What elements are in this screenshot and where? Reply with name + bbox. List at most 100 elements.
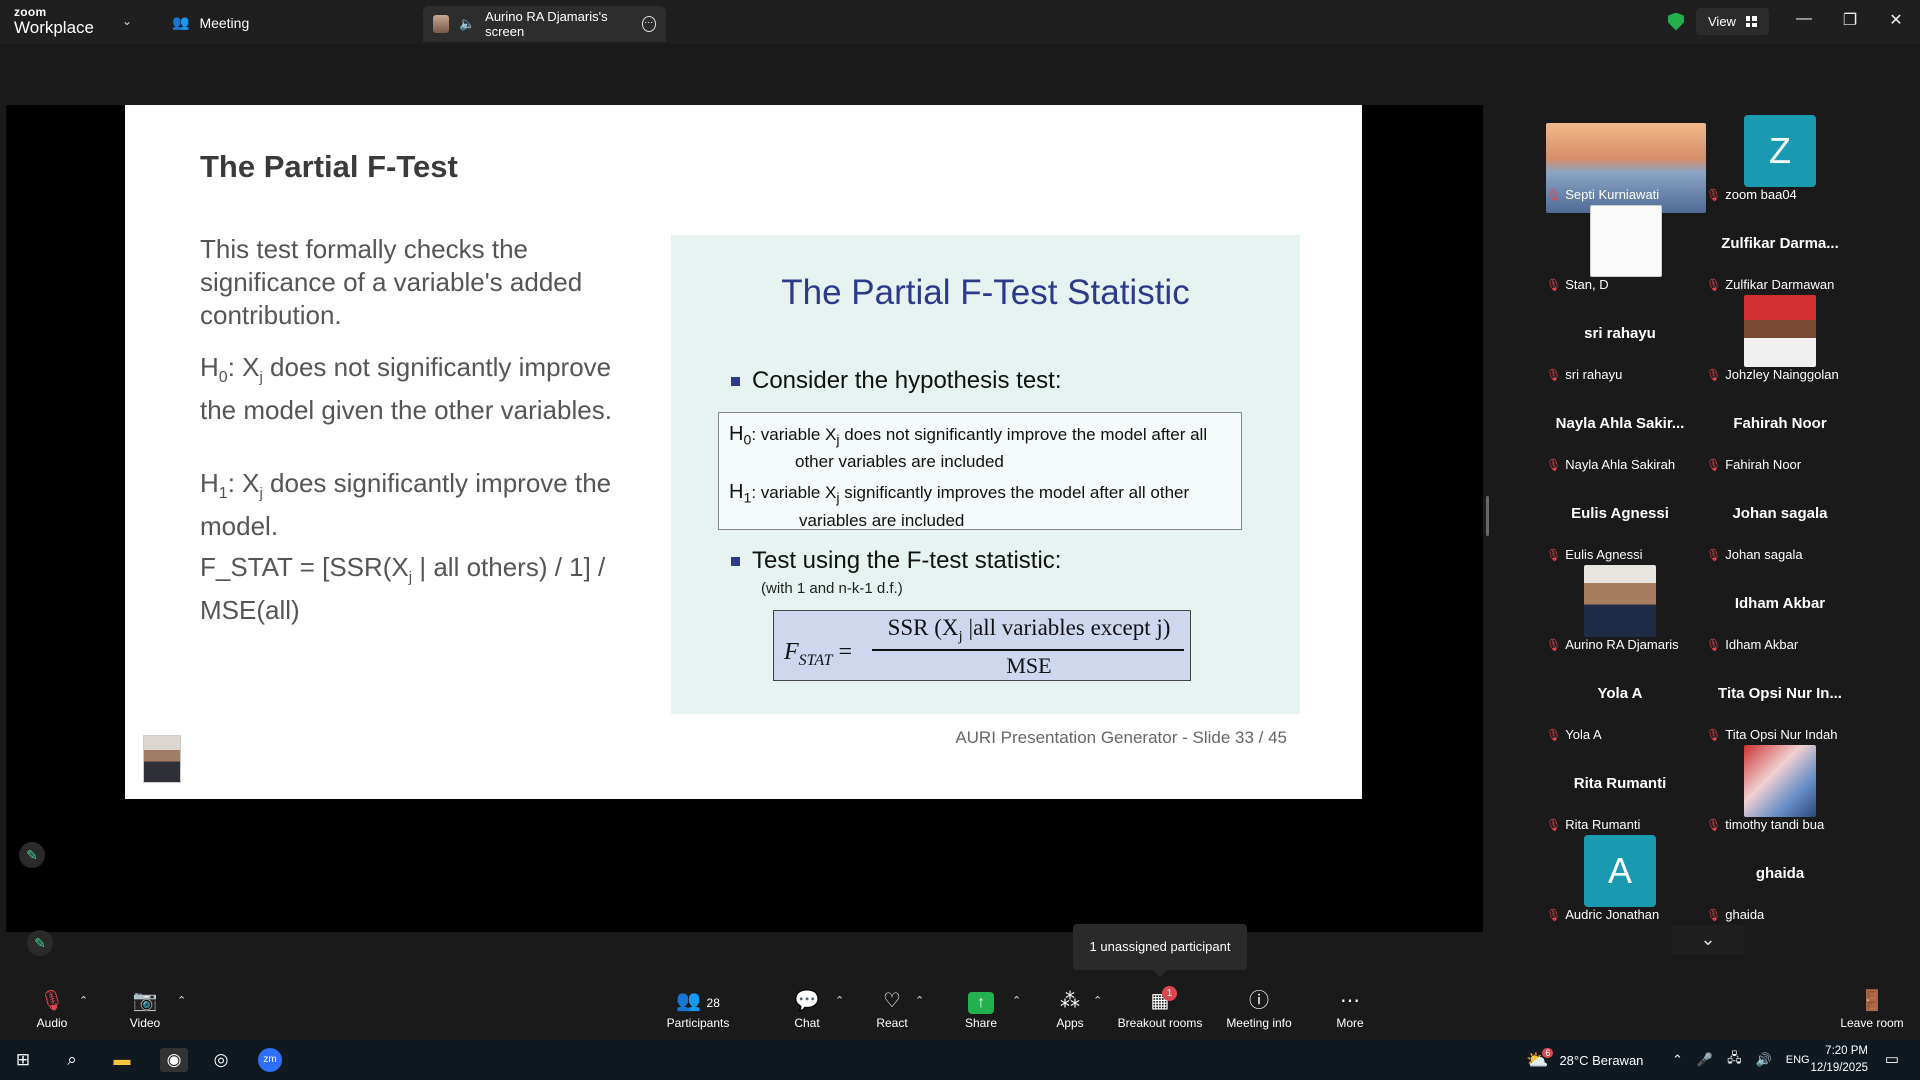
chevron-down-icon[interactable]: ⌄ — [1672, 925, 1744, 955]
chat-label: Chat — [794, 1016, 820, 1030]
annotate-pen-icon-2[interactable]: ✎ — [27, 930, 53, 956]
meeting-toolbar: 🎙 Audio ⌃ 📷 Video ⌃ 👥 28 Participants 💬 … — [0, 980, 1920, 1040]
annotate-pen-icon[interactable]: ✎ — [19, 842, 45, 868]
participant-tile[interactable]: Eulis Agnessi 🎙 Eulis Agnessi — [1540, 475, 1700, 565]
mic-muted-icon: 🎙 — [1546, 907, 1562, 922]
participant-tile[interactable]: Fahirah Noor 🎙 Fahirah Noor — [1700, 385, 1860, 475]
apps-options-caret[interactable]: ⌃ — [1093, 994, 1102, 1007]
view-button[interactable]: View — [1696, 8, 1769, 35]
maximize-button[interactable]: ❐ — [1840, 10, 1860, 30]
minimize-button[interactable]: — — [1794, 10, 1814, 28]
leave-room-button[interactable]: 🚪 Leave room — [1840, 988, 1904, 1030]
search-icon[interactable]: ⌕ — [60, 1048, 84, 1072]
shared-screen-tab[interactable]: 🔈 Aurino RA Djamaris's screen ··· — [423, 6, 666, 42]
participant-video-thumbnail — [1744, 745, 1816, 817]
participant-tile[interactable]: 🎙 Septi Kurniawati — [1540, 115, 1706, 213]
share-options-caret[interactable]: ⌃ — [1012, 994, 1021, 1007]
more-label: More — [1336, 1016, 1364, 1030]
info-icon: ⓘ — [1249, 990, 1269, 1012]
breakout-rooms-button[interactable]: ▦ 1 Breakout rooms — [1117, 986, 1203, 1030]
microphone-icon[interactable]: 🎤 — [1697, 1052, 1713, 1068]
shared-screen-tab-label: Aurino RA Djamaris's screen — [485, 9, 608, 39]
file-explorer-icon[interactable]: ▬ — [110, 1048, 134, 1072]
participant-tile[interactable]: Johan sagala 🎙 Johan sagala — [1700, 475, 1860, 565]
audio-label: Audio — [36, 1016, 68, 1030]
participant-name-label: 🎙 ghaida — [1706, 907, 1764, 922]
participant-tile[interactable]: 🎙 Johzley Nainggolan — [1700, 295, 1860, 385]
leave-door-icon: 🚪 — [1859, 990, 1885, 1012]
more-options-icon[interactable]: ··· — [641, 16, 656, 32]
participant-tile[interactable]: Nayla Ahla Sakir... 🎙 Nayla Ahla Sakirah — [1540, 385, 1700, 475]
audio-button[interactable]: 🎙 Audio — [30, 988, 74, 1030]
close-button[interactable]: ✕ — [1886, 10, 1906, 30]
meeting-info-button[interactable]: ⓘ Meeting info — [1224, 988, 1294, 1030]
formula-denominator: MSE — [1006, 653, 1052, 678]
slide-paragraph-h1: H1: Xj does significantly improve the mo… — [200, 468, 612, 542]
participant-tile[interactable]: Zulfikar Darma... 🎙 Zulfikar Darmawan — [1700, 205, 1860, 295]
video-label: Video — [129, 1016, 161, 1030]
panel-resize-handle[interactable] — [1486, 496, 1489, 536]
zoom-app-icon[interactable]: zm — [258, 1048, 282, 1072]
participant-display-name: ghaida — [1755, 865, 1805, 882]
zoom-workplace-logo[interactable]: zoom Workplace — [14, 6, 94, 36]
app-icon[interactable]: ◎ — [209, 1048, 233, 1072]
participant-tile[interactable]: Rita Rumanti 🎙 Rita Rumanti — [1540, 745, 1700, 835]
participant-name-label: 🎙 Septi Kurniawati — [1546, 187, 1659, 202]
view-button-label: View — [1708, 14, 1736, 29]
audio-options-caret[interactable]: ⌃ — [79, 994, 88, 1007]
participant-name: timothy tandi bua — [1725, 817, 1825, 832]
participant-tile[interactable]: Idham Akbar 🎙 Idham Akbar — [1700, 565, 1860, 655]
participant-display-name: Eulis Agnessi — [1571, 505, 1669, 522]
participant-name-label: 🎙 sri rahayu — [1546, 367, 1622, 382]
participant-tile[interactable]: Yola A 🎙 Yola A — [1540, 655, 1700, 745]
chrome-icon[interactable]: ◉ — [160, 1048, 188, 1072]
network-icon[interactable]: 🖧 — [1727, 1049, 1742, 1071]
participant-tile[interactable]: 🎙 timothy tandi bua — [1700, 745, 1860, 835]
more-button[interactable]: ⋯ More — [1334, 988, 1366, 1030]
participant-name: Audric Jonathan — [1565, 907, 1660, 922]
share-button[interactable]: ↑ Share — [962, 988, 1000, 1030]
security-shield-icon[interactable] — [1668, 12, 1684, 31]
participant-name: Rita Rumanti — [1565, 817, 1641, 832]
participant-name-label: 🎙 Aurino RA Djamaris — [1546, 637, 1679, 652]
participant-name-label: 🎙 Zulfikar Darmawan — [1706, 277, 1834, 292]
participant-name-label: 🎙 Johzley Nainggolan — [1706, 367, 1839, 382]
mic-muted-icon: 🎙 — [1706, 187, 1722, 202]
windows-start-icon[interactable]: ⊞ — [11, 1048, 35, 1072]
participant-tile[interactable]: sri rahayu 🎙 sri rahayu — [1540, 295, 1700, 385]
chat-button[interactable]: 💬 Chat — [790, 988, 824, 1030]
slide-paragraph-1: This test formally checks the significan… — [200, 234, 583, 330]
participant-tile[interactable]: Z 🎙 zoom baa04 — [1700, 115, 1860, 205]
mic-muted-icon: 🎙 — [1546, 457, 1562, 472]
mic-muted-icon: 🎙 — [1706, 907, 1722, 922]
participant-name-label: 🎙 Idham Akbar — [1706, 637, 1798, 652]
unassigned-participant-tooltip: 1 unassigned participant — [1073, 924, 1247, 977]
share-icon: ↑ — [962, 988, 1000, 1014]
react-options-caret[interactable]: ⌃ — [915, 994, 924, 1007]
language-indicator[interactable]: ENG — [1786, 1054, 1810, 1066]
participant-name-label: 🎙 Audric Jonathan — [1546, 907, 1659, 922]
participant-tile[interactable]: 🎙 Stan, D — [1540, 205, 1700, 295]
mic-muted-icon: 🎙 — [1546, 637, 1562, 652]
participant-tile[interactable]: A 🎙 Audric Jonathan — [1540, 835, 1700, 925]
participant-tile[interactable]: 🎙 Aurino RA Djamaris — [1540, 565, 1700, 655]
system-clock[interactable]: 7:20 PM 12/19/2025 — [1810, 1043, 1868, 1077]
meeting-tab[interactable]: 👥 Meeting — [172, 14, 249, 31]
participant-tile[interactable]: Tita Opsi Nur In... 🎙 Tita Opsi Nur Indah — [1700, 655, 1860, 745]
participant-name: zoom baa04 — [1725, 187, 1797, 202]
chevron-down-icon[interactable]: ⌄ — [122, 14, 132, 28]
chat-options-caret[interactable]: ⌃ — [835, 994, 844, 1007]
mic-muted-icon: 🎙 — [1546, 727, 1562, 742]
participant-tile[interactable]: ghaida 🎙 ghaida — [1700, 835, 1860, 925]
notifications-icon[interactable]: ▭ — [1880, 1048, 1904, 1072]
participant-name: Tita Opsi Nur Indah — [1725, 727, 1838, 742]
weather-widget[interactable]: ⛅ 6 28°C Berawan — [1526, 1040, 1643, 1080]
participants-button[interactable]: 👥 28 Participants — [662, 988, 734, 1030]
volume-icon[interactable]: 🔊 — [1756, 1052, 1772, 1068]
chevron-up-icon[interactable]: ⌃ — [1672, 1052, 1683, 1068]
video-options-caret[interactable]: ⌃ — [177, 994, 186, 1007]
participant-name: Yola A — [1565, 727, 1602, 742]
video-button[interactable]: 📷 Video — [122, 988, 168, 1030]
apps-button[interactable]: ⁂ Apps — [1054, 988, 1086, 1030]
react-button[interactable]: ♡ React — [874, 988, 910, 1030]
